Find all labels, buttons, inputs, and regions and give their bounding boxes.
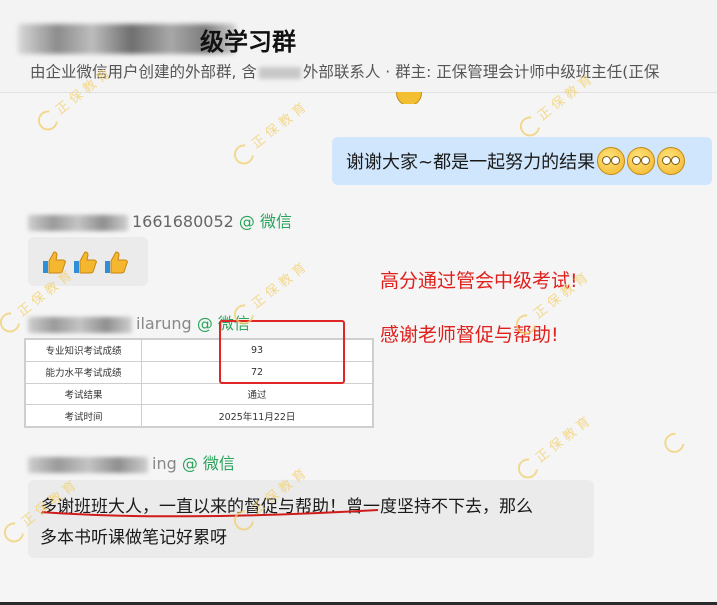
sender-name[interactable]: 1661680052 @ 微信	[28, 208, 292, 232]
grin-emoji	[627, 147, 656, 175]
watermark-logo-icon	[660, 428, 689, 457]
thumbs-up-icon	[71, 248, 99, 276]
table-cell: 考试结果	[25, 382, 142, 406]
wechat-tag: @ 微信	[238, 212, 292, 231]
red-underline-mark	[41, 509, 379, 518]
annotation-line-1: 高分通过管会中级考试!	[380, 270, 578, 292]
subtitle-suffix: 外部联系人 · 群主: 正保管理会计师中级班主任(正保	[302, 63, 660, 81]
grin-emoji	[597, 147, 626, 175]
redacted-count	[258, 66, 301, 79]
watermark-logo-icon	[513, 454, 542, 483]
grin-emoji	[657, 147, 686, 175]
annotation-line-2: 感谢老师督促与帮助!	[380, 324, 559, 346]
message-text-line-2: 多本书听课做笔记好累呀	[40, 528, 227, 548]
sender-id: 1661680052	[132, 212, 234, 231]
table-cell: 通过	[141, 382, 373, 406]
score-highlight-box	[219, 320, 345, 384]
table-row: 考试时间 2025年11月22日	[25, 404, 373, 427]
group-title[interactable]: 级学习群	[200, 22, 296, 57]
watermark: 正 保 教 育	[513, 411, 595, 483]
sender-name[interactable]: ilarung @ 微信	[28, 310, 250, 334]
table-cell: 2025年11月22日	[141, 404, 373, 427]
thumbs-up-icon	[40, 248, 68, 276]
watermark-logo-icon	[33, 106, 62, 135]
table-cell: 能力水平考试成绩	[25, 360, 142, 384]
wechat-tag: @ 微信	[181, 454, 235, 473]
group-subtitle: 由企业微信用户创建的外部群, 含 外部联系人 · 群主: 正保管理会计师中级班主任…	[30, 60, 659, 82]
sender-id: ilarung	[136, 314, 192, 333]
watermark-logo-icon	[0, 518, 28, 547]
watermark-logo-icon	[0, 308, 24, 337]
subtitle-prefix: 由企业微信用户创建的外部群, 含	[30, 63, 257, 81]
sender-id: ing	[152, 454, 177, 473]
chat-header: 级学习群 由企业微信用户创建的外部群, 含 外部联系人 · 群主: 正保管理会计师…	[0, 0, 717, 93]
sender-name-redacted	[28, 456, 148, 473]
watermark-logo-icon	[515, 112, 544, 141]
thumbs-up-icon	[102, 248, 130, 276]
sender-name[interactable]: ing @ 微信	[28, 450, 235, 474]
table-cell: 考试时间	[25, 404, 142, 427]
message-bubble-thumbs[interactable]	[28, 237, 148, 286]
message-bubble-self[interactable]: 谢谢大家~都是一起努力的结果	[332, 137, 712, 185]
emoji-partial	[396, 92, 422, 104]
watermark-logo-icon	[229, 140, 258, 169]
table-cell: 专业知识考试成绩	[25, 339, 142, 362]
message-text: 谢谢大家~都是一起努力的结果	[346, 152, 596, 173]
table-row: 考试结果 通过	[25, 382, 373, 406]
sender-name-redacted	[28, 214, 128, 231]
watermark	[660, 427, 690, 457]
sender-name-redacted	[28, 316, 132, 333]
watermark: 正 保 教 育	[229, 97, 311, 169]
